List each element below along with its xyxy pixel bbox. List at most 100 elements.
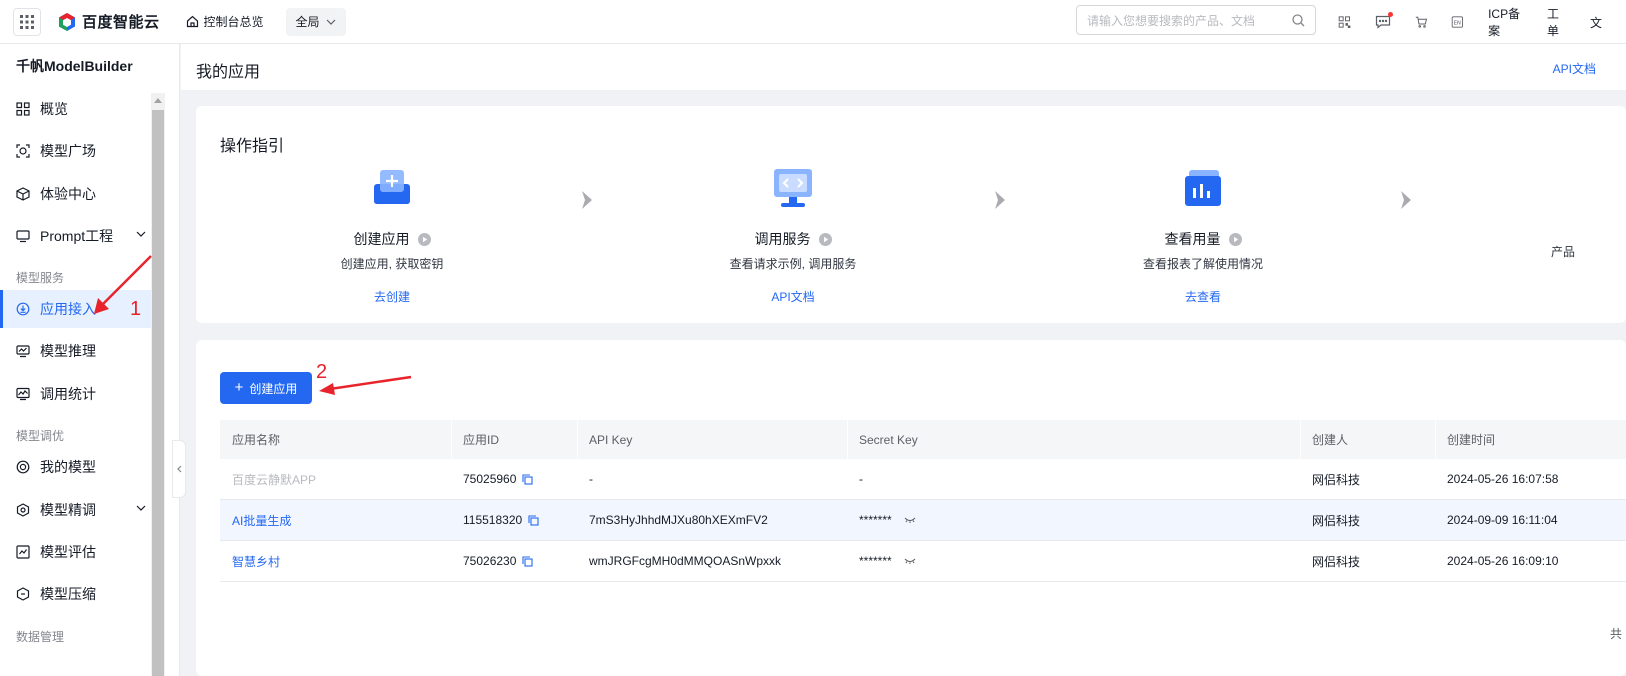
tune-icon bbox=[16, 503, 30, 517]
sidebar-item-call-stats[interactable]: 调用统计 bbox=[0, 375, 164, 413]
app-access-icon bbox=[16, 302, 30, 316]
pagination-total: 共 bbox=[1609, 627, 1622, 641]
step-name: 创建应用 bbox=[353, 231, 410, 247]
annotation-number-1: 1 bbox=[130, 298, 142, 320]
sidebar-scrollbar[interactable] bbox=[151, 93, 165, 676]
api-doc-link[interactable]: API文档 bbox=[1553, 60, 1596, 77]
step-arrow-icon bbox=[995, 191, 1005, 209]
guide-title: 操作指引 bbox=[220, 138, 285, 155]
chevron-left-icon bbox=[176, 465, 181, 473]
copy-icon[interactable] bbox=[522, 555, 533, 567]
language-en-icon[interactable]: EN bbox=[1451, 14, 1464, 30]
sidebar-item-experience-center[interactable]: 体验中心 bbox=[0, 175, 164, 213]
qrcode-icon[interactable] bbox=[1338, 14, 1351, 30]
step-name: 调用服务 bbox=[754, 231, 811, 247]
brand-name: 百度智能云 bbox=[82, 14, 160, 31]
top-bar: 百度智能云 控制台总览 全局 请输入您想要搜索的产品、文档 EN ICP备案 工… bbox=[0, 0, 1626, 44]
api-key-cell: 7mS3HyJhhdMJXu80hXEXmFV2 bbox=[589, 513, 768, 527]
go-view-link[interactable]: 去查看 bbox=[1103, 288, 1303, 305]
scrollbar-thumb[interactable] bbox=[152, 110, 164, 676]
created-time-cell: 2024-05-26 16:09:10 bbox=[1447, 554, 1559, 568]
app-list-card: + 创建应用 应用名称 应用ID API Key Secret Key 创建人 … bbox=[196, 340, 1626, 676]
app-name-link[interactable]: AI批量生成 bbox=[220, 500, 291, 540]
copy-icon[interactable] bbox=[528, 514, 539, 526]
scroll-up-arrow-icon[interactable] bbox=[154, 98, 162, 103]
step-name: 查看用量 bbox=[1164, 231, 1221, 247]
icp-link[interactable]: ICP备案 bbox=[1488, 5, 1523, 39]
search-input[interactable]: 请输入您想要搜索的产品、文档 bbox=[1076, 5, 1316, 35]
go-create-link[interactable]: 去创建 bbox=[292, 288, 492, 305]
secret-key-cell: ******* bbox=[847, 541, 916, 581]
secret-key-cell: ******* bbox=[847, 500, 916, 540]
app-id-cell: 115518320 bbox=[451, 500, 539, 540]
play-video-icon[interactable] bbox=[818, 232, 832, 246]
cart-icon[interactable] bbox=[1415, 14, 1428, 30]
plus-icon: + bbox=[234, 379, 244, 396]
step-description: 创建应用, 获取密钥 bbox=[340, 257, 444, 271]
created-time-cell: 2024-09-09 16:11:04 bbox=[1447, 513, 1558, 527]
app-id-cell: 75025960 bbox=[451, 459, 533, 499]
play-video-icon[interactable] bbox=[1228, 232, 1242, 246]
copy-icon[interactable] bbox=[522, 473, 533, 485]
eye-closed-icon[interactable] bbox=[904, 557, 916, 565]
step-description: 查看报表了解使用情况 bbox=[1142, 257, 1263, 271]
unread-dot bbox=[1387, 12, 1393, 17]
call-service-illustration-icon bbox=[774, 169, 812, 207]
sidebar-item-overview[interactable]: 概览 bbox=[0, 90, 164, 128]
column-header-secret-key: Secret Key bbox=[847, 420, 1300, 459]
create-app-button[interactable]: + 创建应用 bbox=[220, 372, 312, 404]
sidebar-item-prompt-engineering[interactable]: Prompt工程 bbox=[0, 217, 164, 255]
sidebar-item-model-finetune[interactable]: 模型精调 bbox=[0, 491, 164, 529]
docs-link[interactable]: 文 bbox=[1590, 14, 1602, 31]
message-button[interactable] bbox=[1375, 12, 1393, 30]
column-header-app-id: 应用ID bbox=[451, 420, 577, 459]
apps-grid-button[interactable] bbox=[13, 7, 41, 36]
cube-icon bbox=[16, 187, 30, 201]
chevron-down-icon bbox=[136, 505, 146, 511]
secret-key-cell: - bbox=[859, 472, 863, 486]
eye-closed-icon[interactable] bbox=[904, 516, 916, 524]
api-doc-step-link[interactable]: API文档 bbox=[693, 288, 893, 305]
sidebar-item-model-evaluation[interactable]: 模型评估 bbox=[0, 533, 164, 571]
step-arrow-icon bbox=[582, 191, 592, 209]
sidebar-item-my-models[interactable]: 我的模型 bbox=[0, 448, 164, 486]
sidebar-item-model-compression[interactable]: 模型压缩 bbox=[0, 575, 164, 613]
compress-icon bbox=[16, 587, 30, 601]
ticket-link[interactable]: 工单 bbox=[1547, 5, 1566, 39]
page-header: 我的应用 API文档 bbox=[181, 44, 1626, 90]
sidebar-item-model-square[interactable]: 模型广场 bbox=[0, 132, 164, 170]
annotation-number-2: 2 bbox=[316, 361, 328, 383]
app-table: 应用名称 应用ID API Key Secret Key 创建人 创建时间 百度… bbox=[220, 420, 1626, 582]
step-arrow-icon bbox=[1401, 191, 1411, 209]
api-key-cell: wmJRGFcgMH0dMMQOASnWpxxk bbox=[589, 554, 782, 568]
baidu-cloud-logo-icon bbox=[59, 12, 75, 31]
console-overview-link[interactable]: 控制台总览 bbox=[186, 13, 264, 30]
view-usage-illustration-icon bbox=[1185, 170, 1221, 206]
search-icon[interactable] bbox=[1292, 13, 1305, 27]
column-header-creator: 创建人 bbox=[1300, 420, 1435, 459]
play-video-icon[interactable] bbox=[417, 232, 431, 246]
table-header-row: 应用名称 应用ID API Key Secret Key 创建人 创建时间 bbox=[220, 420, 1626, 459]
sidebar-group-model-service: 模型服务 bbox=[16, 271, 65, 285]
chevron-down-icon bbox=[136, 231, 146, 237]
sidebar-title: 千帆ModelBuilder bbox=[16, 58, 133, 74]
app-name-cell: 百度云静默APP bbox=[232, 472, 317, 487]
brand-logo[interactable]: 百度智能云 bbox=[57, 11, 160, 32]
grid-icon bbox=[16, 102, 30, 116]
prompt-icon bbox=[16, 230, 30, 243]
guide-step-view-usage: 查看用量 查看报表了解使用情况 去查看 bbox=[1103, 166, 1303, 305]
creator-cell: 网侣科技 bbox=[1312, 472, 1361, 487]
guide-step-partial-text: 产品 bbox=[1551, 245, 1576, 259]
page-title: 我的应用 bbox=[196, 64, 261, 81]
guide-step-call-service: 调用服务 查看请求示例, 调用服务 API文档 bbox=[693, 166, 893, 305]
svg-text:EN: EN bbox=[1454, 20, 1461, 26]
step-description: 查看请求示例, 调用服务 bbox=[729, 257, 857, 271]
creator-cell: 网侣科技 bbox=[1312, 513, 1361, 528]
region-selector[interactable]: 全局 bbox=[285, 7, 346, 36]
app-name-link[interactable]: 智慧乡村 bbox=[220, 541, 280, 581]
column-header-app-name: 应用名称 bbox=[232, 433, 281, 447]
top-actions: EN ICP备案 工单 文 bbox=[1338, 0, 1626, 44]
operation-guide-card: 操作指引 创建应用 创建应用, 获取密钥 去创建 调用服务 查看请求示例, 调用… bbox=[196, 106, 1626, 323]
sidebar-collapse-handle[interactable] bbox=[172, 440, 186, 498]
sidebar-item-model-inference[interactable]: 模型推理 bbox=[0, 332, 164, 370]
